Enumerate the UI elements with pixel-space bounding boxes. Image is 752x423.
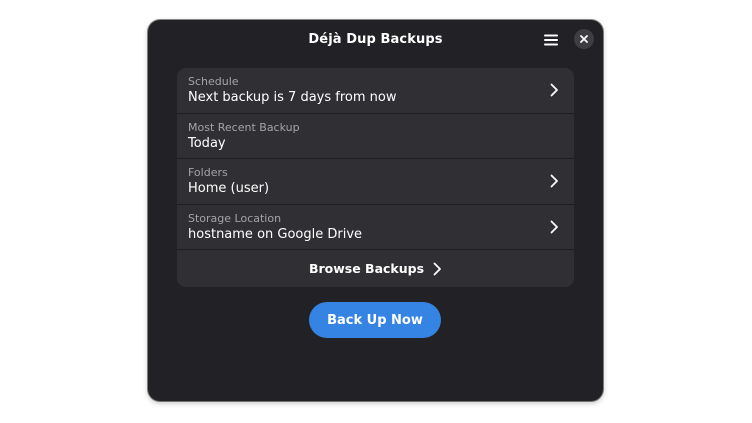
folders-label: Folders	[188, 166, 228, 179]
storage-location-row[interactable]: Storage Location hostname on Google Driv…	[177, 205, 574, 250]
schedule-value: Next backup is 7 days from now	[188, 90, 397, 105]
browse-backups-label: Browse Backups	[308, 261, 425, 276]
main-menu-button[interactable]	[538, 29, 564, 51]
most-recent-backup-value: Today	[188, 135, 226, 151]
storage-location-value: hostname on Google Drive	[188, 226, 363, 242]
backup-settings-list: Schedule Next backup is 7 days from now …	[177, 68, 574, 287]
chevron-right-icon	[550, 174, 558, 188]
close-icon	[580, 35, 588, 43]
title-bar: Déjà Dup Backups	[148, 20, 603, 60]
browse-backups-button[interactable]: Browse Backups	[177, 250, 574, 287]
folders-row[interactable]: Folders Home (user)	[177, 159, 574, 205]
storage-location-label: Storage Location	[188, 211, 282, 225]
schedule-row[interactable]: Schedule Next backup is 7 days from now	[177, 68, 574, 114]
folders-value: Home (user)	[188, 181, 270, 196]
backups-window: Déjà Dup Backups Schedule Next backup is…	[148, 20, 603, 401]
hamburger-menu-icon	[544, 34, 558, 46]
chevron-right-icon	[433, 262, 441, 275]
chevron-right-icon	[550, 220, 558, 233]
chevron-right-icon	[550, 83, 558, 97]
back-up-now-button[interactable]: Back Up Now	[309, 302, 441, 338]
most-recent-backup-row: Most Recent Backup Today	[177, 114, 574, 159]
window-title: Déjà Dup Backups	[308, 32, 443, 47]
close-button[interactable]	[574, 29, 594, 49]
schedule-label: Schedule	[188, 75, 239, 88]
most-recent-backup-label: Most Recent Backup	[188, 120, 300, 134]
